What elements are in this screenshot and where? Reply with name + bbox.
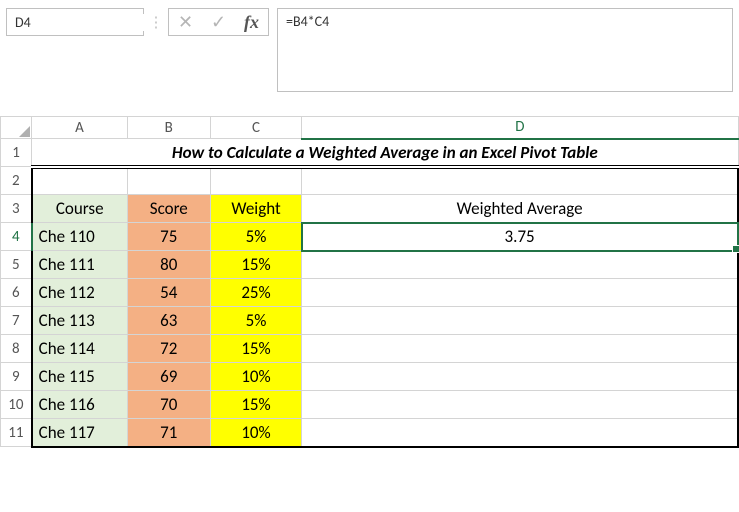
- row-header-1[interactable]: 1: [1, 139, 32, 167]
- col-header-D[interactable]: D: [302, 117, 738, 139]
- cell-B2[interactable]: [127, 167, 210, 195]
- cell-C7[interactable]: 5%: [210, 307, 301, 335]
- fx-icon[interactable]: fx: [235, 9, 268, 35]
- cell-A6[interactable]: Che 112: [32, 279, 128, 307]
- separator: ⋮: [152, 8, 160, 36]
- header-score[interactable]: Score: [127, 195, 210, 223]
- cell-B8[interactable]: 72: [127, 335, 210, 363]
- cell-D6[interactable]: [302, 279, 738, 307]
- row-header-4[interactable]: 4: [1, 223, 32, 251]
- cell-D10[interactable]: [302, 391, 738, 419]
- cell-A7[interactable]: Che 113: [32, 307, 128, 335]
- formula-bar-buttons: ✕ ✓ fx: [168, 8, 269, 36]
- cell-C11[interactable]: 10%: [210, 419, 301, 447]
- cell-D8[interactable]: [302, 335, 738, 363]
- name-box[interactable]: ▼: [6, 8, 144, 36]
- header-wavg[interactable]: Weighted Average: [302, 195, 738, 223]
- cell-C6[interactable]: 25%: [210, 279, 301, 307]
- row-header-2[interactable]: 2: [1, 167, 32, 195]
- row-header-5[interactable]: 5: [1, 251, 32, 279]
- col-header-A[interactable]: A: [32, 117, 128, 139]
- cell-B4[interactable]: 75: [127, 223, 210, 251]
- formula-input-wrap[interactable]: [277, 8, 733, 92]
- row-header-8[interactable]: 8: [1, 335, 32, 363]
- cell-A10[interactable]: Che 116: [32, 391, 128, 419]
- cell-C4[interactable]: 5%: [210, 223, 301, 251]
- cell-B10[interactable]: 70: [127, 391, 210, 419]
- cell-D5[interactable]: [302, 251, 738, 279]
- cell-D7[interactable]: [302, 307, 738, 335]
- cell-C2[interactable]: [210, 167, 301, 195]
- cell-A2[interactable]: [32, 167, 128, 195]
- row-header-6[interactable]: 6: [1, 279, 32, 307]
- header-course[interactable]: Course: [32, 195, 128, 223]
- col-header-B[interactable]: B: [127, 117, 210, 139]
- col-header-C[interactable]: C: [210, 117, 301, 139]
- cell-A5[interactable]: Che 111: [32, 251, 128, 279]
- cell-A11[interactable]: Che 117: [32, 419, 128, 447]
- cell-D9[interactable]: [302, 363, 738, 391]
- spreadsheet-grid: A B C D 1 How to Calculate a Weighted Av…: [0, 116, 739, 448]
- row-header-10[interactable]: 10: [1, 391, 32, 419]
- select-all-corner[interactable]: [1, 117, 32, 139]
- title-cell[interactable]: How to Calculate a Weighted Average in a…: [32, 139, 738, 167]
- check-icon[interactable]: ✓: [202, 9, 235, 35]
- cell-B6[interactable]: 54: [127, 279, 210, 307]
- row-header-9[interactable]: 9: [1, 363, 32, 391]
- cell-A8[interactable]: Che 114: [32, 335, 128, 363]
- cell-C5[interactable]: 15%: [210, 251, 301, 279]
- cell-D4[interactable]: 3.75: [302, 223, 738, 251]
- cell-C9[interactable]: 10%: [210, 363, 301, 391]
- cell-D2[interactable]: [302, 167, 738, 195]
- header-weight[interactable]: Weight: [210, 195, 301, 223]
- formula-input[interactable]: [286, 13, 724, 87]
- cell-B11[interactable]: 71: [127, 419, 210, 447]
- cell-D11[interactable]: [302, 419, 738, 447]
- cell-A4[interactable]: Che 110: [32, 223, 128, 251]
- row-header-11[interactable]: 11: [1, 419, 32, 447]
- cell-C8[interactable]: 15%: [210, 335, 301, 363]
- cell-A9[interactable]: Che 115: [32, 363, 128, 391]
- cancel-icon[interactable]: ✕: [169, 9, 202, 35]
- cell-B9[interactable]: 69: [127, 363, 210, 391]
- formula-bar: ▼ ⋮ ✕ ✓ fx: [0, 0, 739, 92]
- cell-C10[interactable]: 15%: [210, 391, 301, 419]
- row-header-3[interactable]: 3: [1, 195, 32, 223]
- row-header-7[interactable]: 7: [1, 307, 32, 335]
- cell-B7[interactable]: 63: [127, 307, 210, 335]
- cell-B5[interactable]: 80: [127, 251, 210, 279]
